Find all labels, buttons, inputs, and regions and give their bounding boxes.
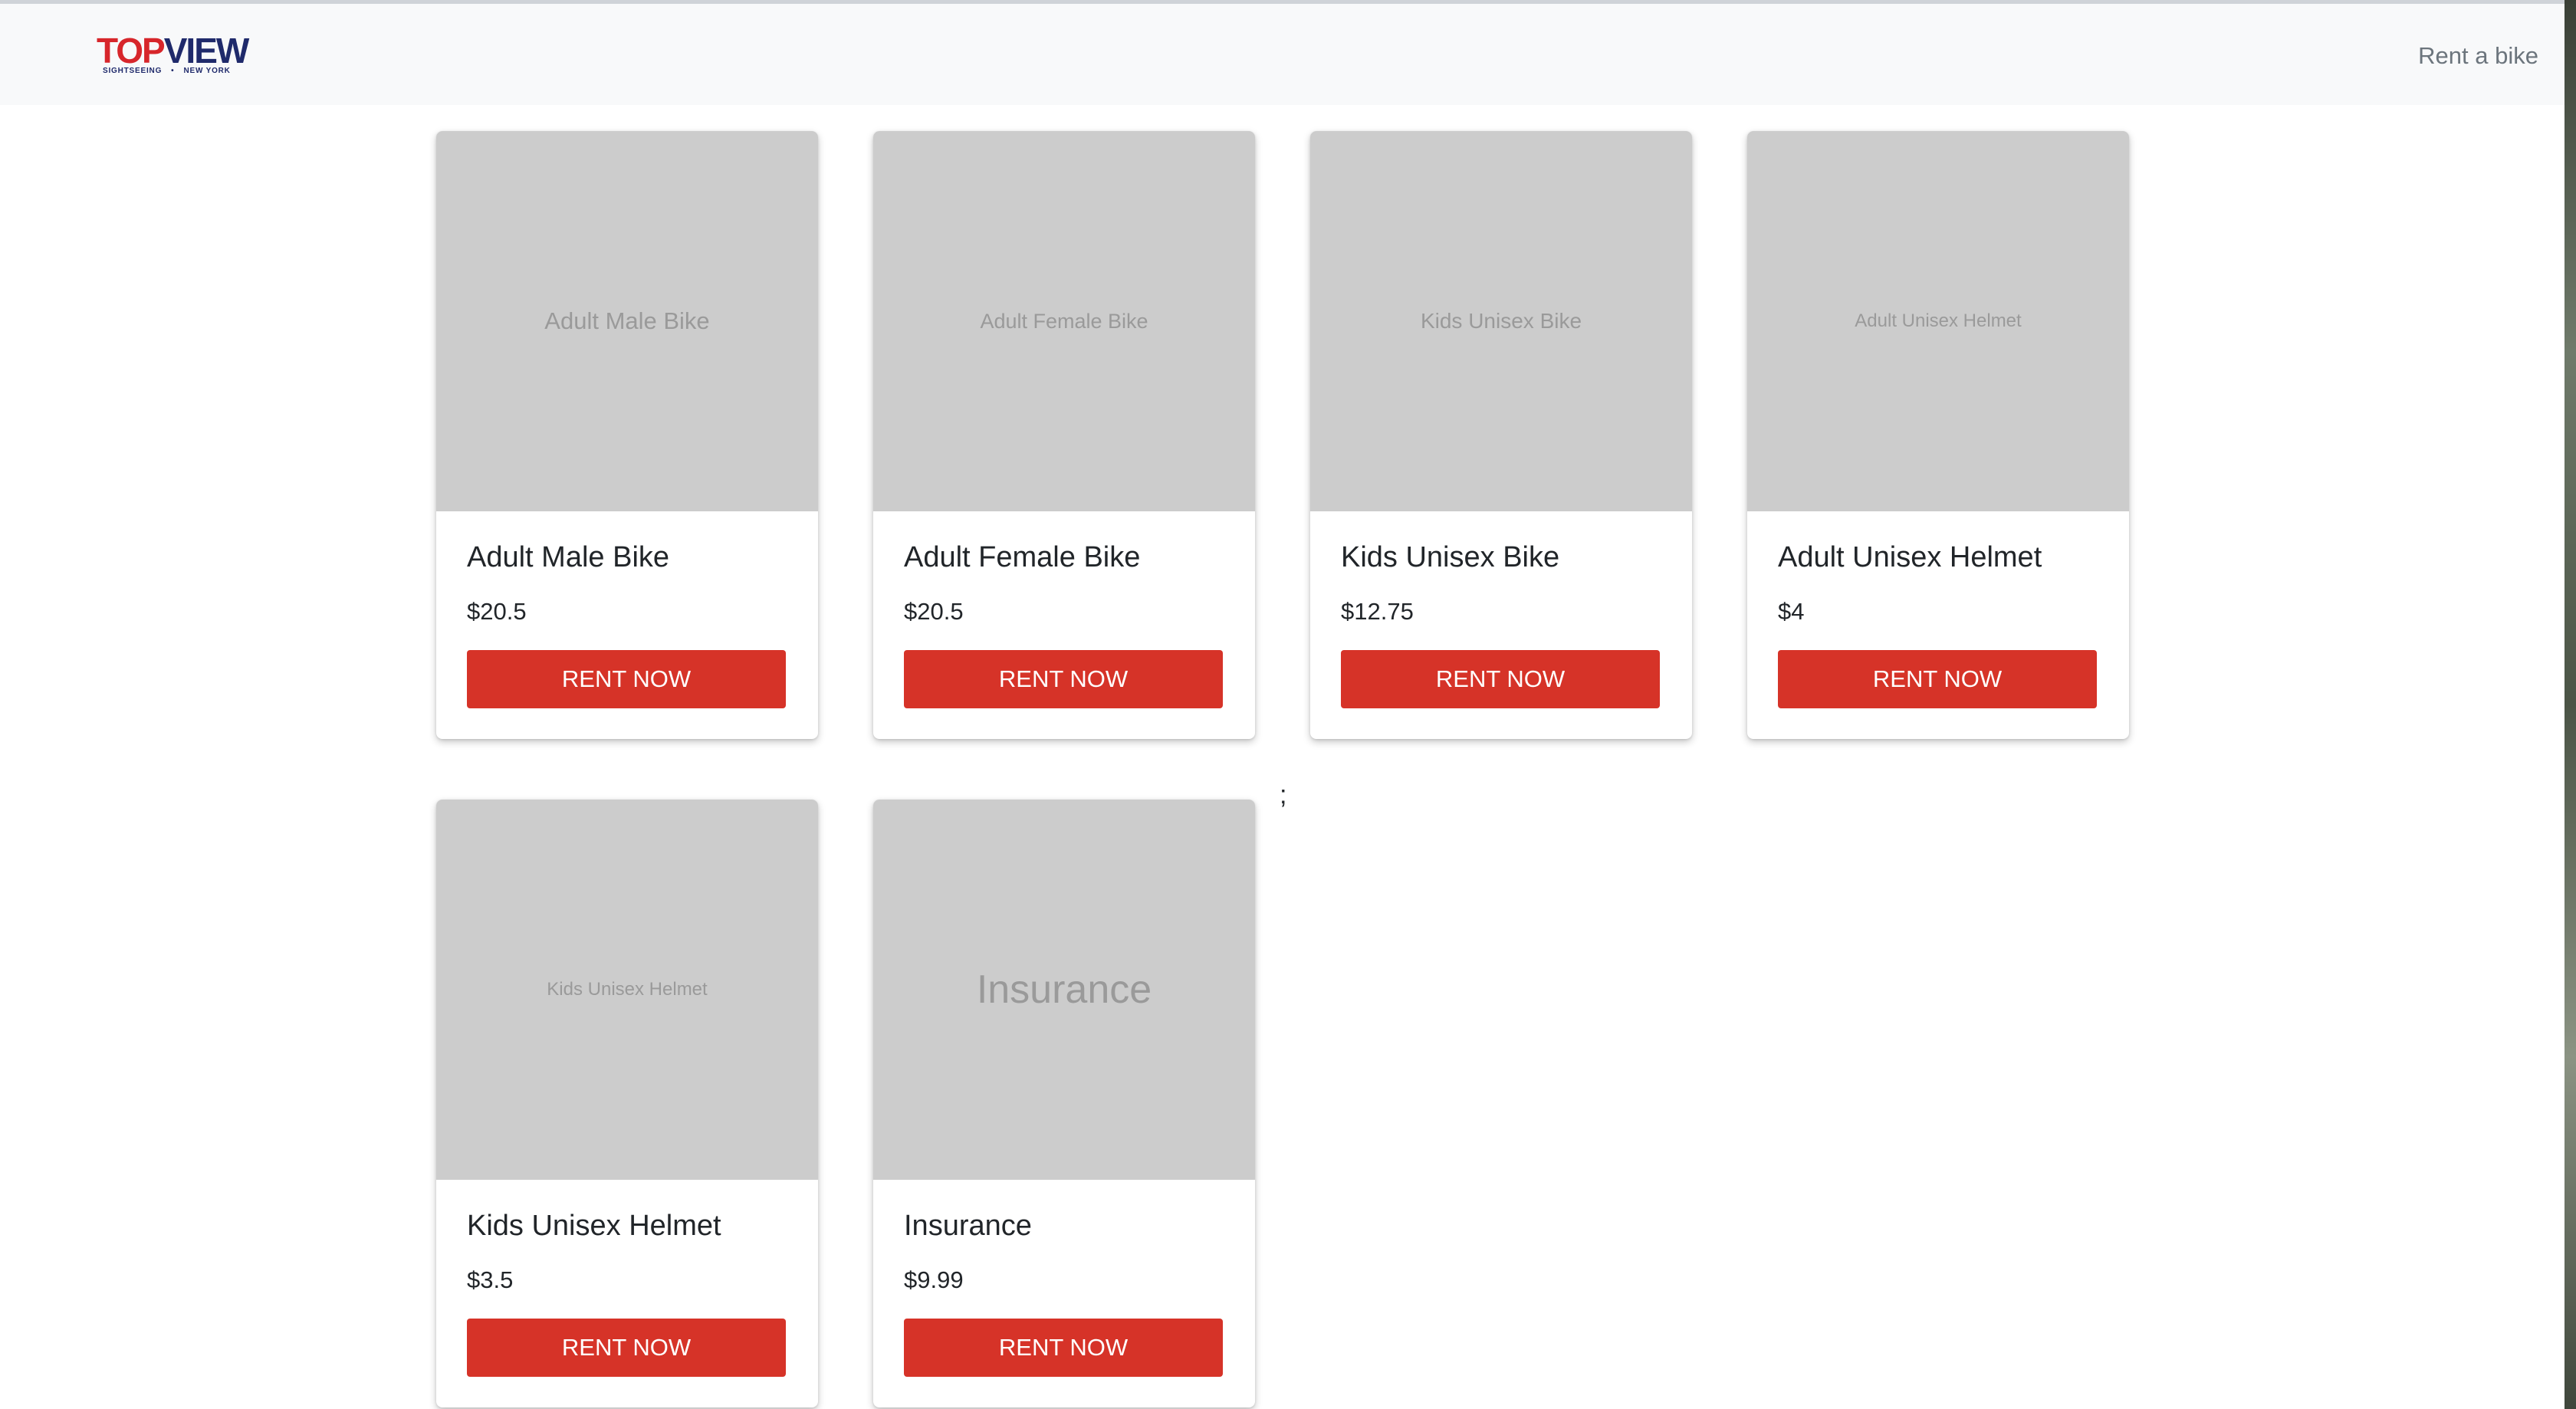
product-price: $20.5: [467, 597, 527, 625]
product-price: $20.5: [904, 597, 964, 625]
topview-logo[interactable]: TOPVIEW SIGHTSEEING • NEW YORK: [97, 31, 253, 77]
product-image-placeholder: Adult Female Bike: [873, 131, 1255, 511]
product-image-placeholder: Adult Unisex Helmet: [1747, 131, 2129, 511]
product-title: Adult Unisex Helmet: [1778, 541, 2042, 573]
product-card-adult-male-bike: Adult Male Bike Adult Male Bike $20.5 RE…: [436, 131, 818, 739]
product-price: $3.5: [467, 1266, 514, 1293]
product-price: $9.99: [904, 1266, 964, 1293]
product-card-adult-unisex-helmet: Adult Unisex Helmet Adult Unisex Helmet …: [1747, 131, 2129, 739]
nav-link-rent-a-bike[interactable]: Rent a bike: [2418, 42, 2538, 70]
navbar: TOPVIEW SIGHTSEEING • NEW YORK Rent a bike: [0, 4, 2564, 105]
background-window-edge: [2564, 0, 2576, 1409]
product-price: $4: [1778, 597, 1805, 625]
rent-now-button[interactable]: RENT NOW: [1341, 649, 1660, 708]
product-card-insurance: Insurance Insurance $9.99 RENT NOW: [873, 800, 1255, 1407]
rent-now-button[interactable]: RENT NOW: [904, 1318, 1223, 1377]
product-title: Insurance: [904, 1210, 1032, 1242]
product-image-placeholder: Kids Unisex Bike: [1310, 131, 1692, 511]
product-price: $12.75: [1341, 597, 1414, 625]
rent-now-button[interactable]: RENT NOW: [467, 649, 786, 708]
product-image-placeholder: Kids Unisex Helmet: [436, 800, 818, 1180]
product-title: Adult Female Bike: [904, 541, 1141, 573]
product-title: Kids Unisex Bike: [1341, 541, 1560, 573]
product-image-placeholder: Adult Male Bike: [436, 131, 818, 511]
product-image-placeholder: Insurance: [873, 800, 1255, 1180]
logo-tagline: SIGHTSEEING • NEW YORK: [103, 67, 231, 75]
rent-now-button[interactable]: RENT NOW: [467, 1318, 786, 1377]
product-title: Kids Unisex Helmet: [467, 1210, 721, 1242]
stray-text: ;: [1280, 780, 1287, 810]
product-title: Adult Male Bike: [467, 541, 670, 573]
product-card-kids-unisex-bike: Kids Unisex Bike Kids Unisex Bike $12.75…: [1310, 131, 1692, 739]
product-card-kids-unisex-helmet: Kids Unisex Helmet Kids Unisex Helmet $3…: [436, 800, 818, 1407]
rent-now-button[interactable]: RENT NOW: [904, 649, 1223, 708]
logo-wordmark: TOPVIEW: [97, 31, 249, 71]
rent-now-button[interactable]: RENT NOW: [1778, 649, 2097, 708]
product-card-adult-female-bike: Adult Female Bike Adult Female Bike $20.…: [873, 131, 1255, 739]
